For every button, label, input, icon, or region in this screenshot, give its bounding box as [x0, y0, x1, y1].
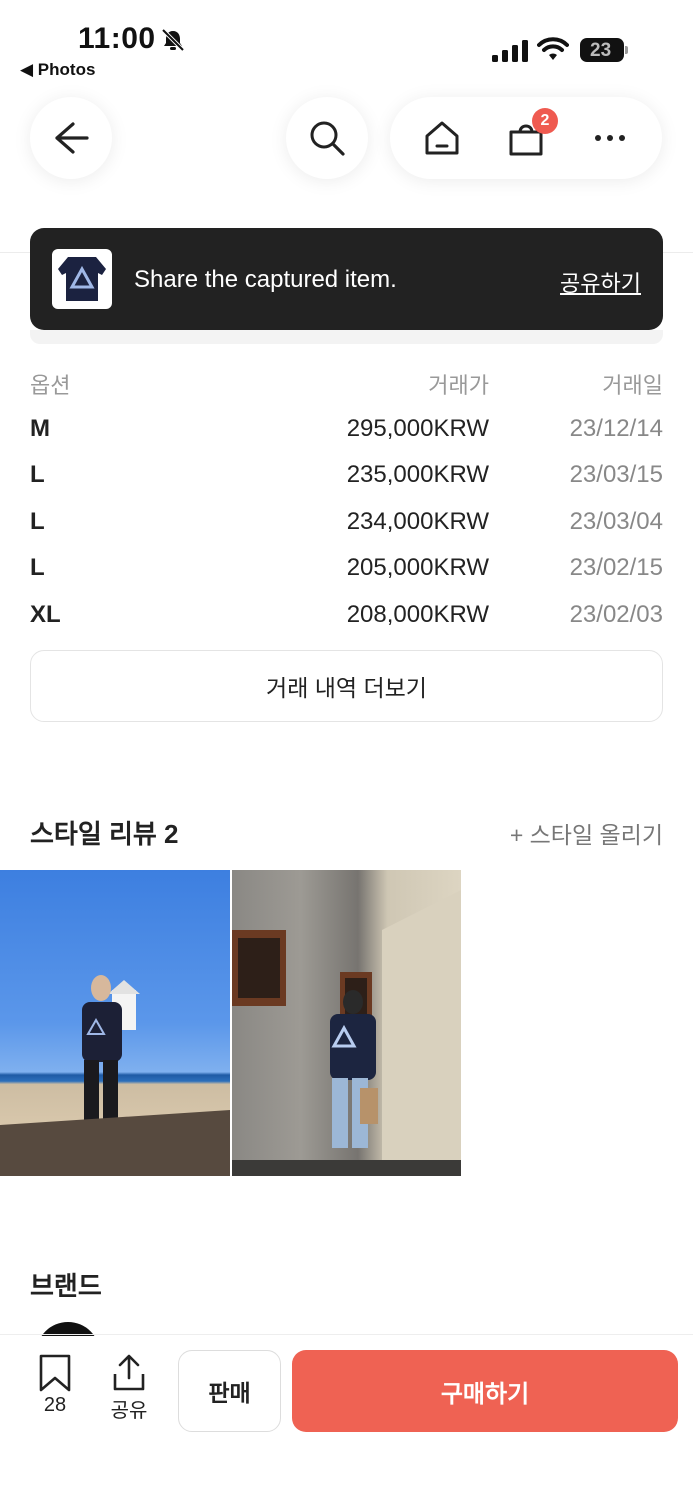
- row-date: 23/03/04: [569, 507, 663, 535]
- row-date: 23/02/15: [569, 554, 663, 581]
- bookmark-count: 28: [43, 1394, 67, 1416]
- search-icon: [310, 121, 345, 156]
- home-button[interactable]: [420, 116, 464, 160]
- row-date: 23/02/03: [569, 600, 663, 628]
- back-button[interactable]: [30, 97, 112, 179]
- table-row: L 205,000KRW 23/02/15: [30, 546, 663, 593]
- bell-muted-icon: [161, 28, 185, 52]
- toast-share-link[interactable]: 공유하기: [560, 266, 641, 298]
- row-option: L: [30, 507, 45, 535]
- header-price: 거래가: [428, 373, 489, 398]
- upload-style-link[interactable]: + 스타일 올리기: [510, 816, 663, 850]
- style-review-title: 스타일 리뷰 2: [30, 819, 179, 849]
- row-price: 234,000KRW: [346, 507, 489, 535]
- row-option: M: [30, 414, 50, 442]
- table-header: 옵션 거래가 거래일: [30, 360, 663, 407]
- sweatshirt-thumbnail-icon: [58, 257, 106, 301]
- table-row: XL 208,000KRW 23/02/03: [30, 593, 663, 640]
- tab-strip-remnant: [30, 330, 663, 344]
- more-dots-icon: [595, 135, 625, 141]
- captured-item-thumbnail: [52, 249, 112, 309]
- share-icon: [113, 1354, 145, 1391]
- row-option: L: [30, 461, 45, 488]
- back-to-photos-link[interactable]: ◀ Photos: [20, 60, 95, 80]
- bottom-action-bar: 28 공유 판매 구매하기: [0, 1336, 693, 1500]
- style-photo-alley[interactable]: [232, 870, 461, 1176]
- table-row: L 234,000KRW 23/03/04: [30, 500, 663, 547]
- wifi-icon: [537, 37, 569, 60]
- search-button[interactable]: [286, 97, 368, 179]
- alley-photo-illustration: [232, 890, 461, 1176]
- row-option: L: [30, 554, 45, 581]
- arrow-left-icon: [55, 122, 89, 154]
- cart-button[interactable]: 2: [504, 108, 558, 160]
- header-option: 옵션: [30, 373, 71, 398]
- battery-indicator: 23: [580, 38, 628, 62]
- divider: [0, 1334, 693, 1335]
- row-date: 23/12/14: [569, 414, 663, 442]
- cellular-signal-icon: [492, 40, 528, 62]
- bookmark-button[interactable]: 28: [30, 1354, 80, 1424]
- share-toast: Share the captured item. 공유하기: [30, 228, 663, 330]
- row-price: 235,000KRW: [346, 461, 489, 488]
- bookmark-icon: [39, 1354, 71, 1392]
- style-photo-beach[interactable]: [0, 870, 230, 1176]
- brand-section-title: 브랜드: [30, 1271, 102, 1301]
- sell-button[interactable]: 판매: [178, 1350, 281, 1432]
- cart-count-badge: 2: [532, 108, 558, 134]
- row-price: 205,000KRW: [346, 554, 489, 581]
- header-date: 거래일: [602, 373, 663, 398]
- share-button[interactable]: 공유: [104, 1354, 154, 1424]
- home-icon: [425, 121, 459, 155]
- toast-message: Share the captured item.: [134, 266, 397, 293]
- more-trades-button[interactable]: 거래 내역 더보기: [30, 650, 663, 722]
- buy-button[interactable]: 구매하기: [292, 1350, 678, 1432]
- row-price: 208,000KRW: [346, 600, 489, 628]
- more-button[interactable]: [588, 116, 632, 160]
- table-row: M 295,000KRW 23/12/14: [30, 407, 663, 454]
- battery-level: 23: [590, 40, 612, 61]
- row-date: 23/03/15: [569, 461, 663, 488]
- row-option: XL: [30, 600, 61, 628]
- table-row: L 235,000KRW 23/03/15: [30, 453, 663, 500]
- status-bar: 11:00 ◀ Photos 23: [0, 0, 693, 90]
- status-time: 11:00: [78, 22, 156, 55]
- nav-action-group: 2: [390, 97, 662, 179]
- row-price: 295,000KRW: [346, 414, 489, 442]
- share-label: 공유: [110, 1400, 148, 1422]
- beach-photo-illustration: [0, 975, 230, 1176]
- trade-history-table: 옵션 거래가 거래일 M 295,000KRW 23/12/14 L 235,0…: [30, 360, 663, 639]
